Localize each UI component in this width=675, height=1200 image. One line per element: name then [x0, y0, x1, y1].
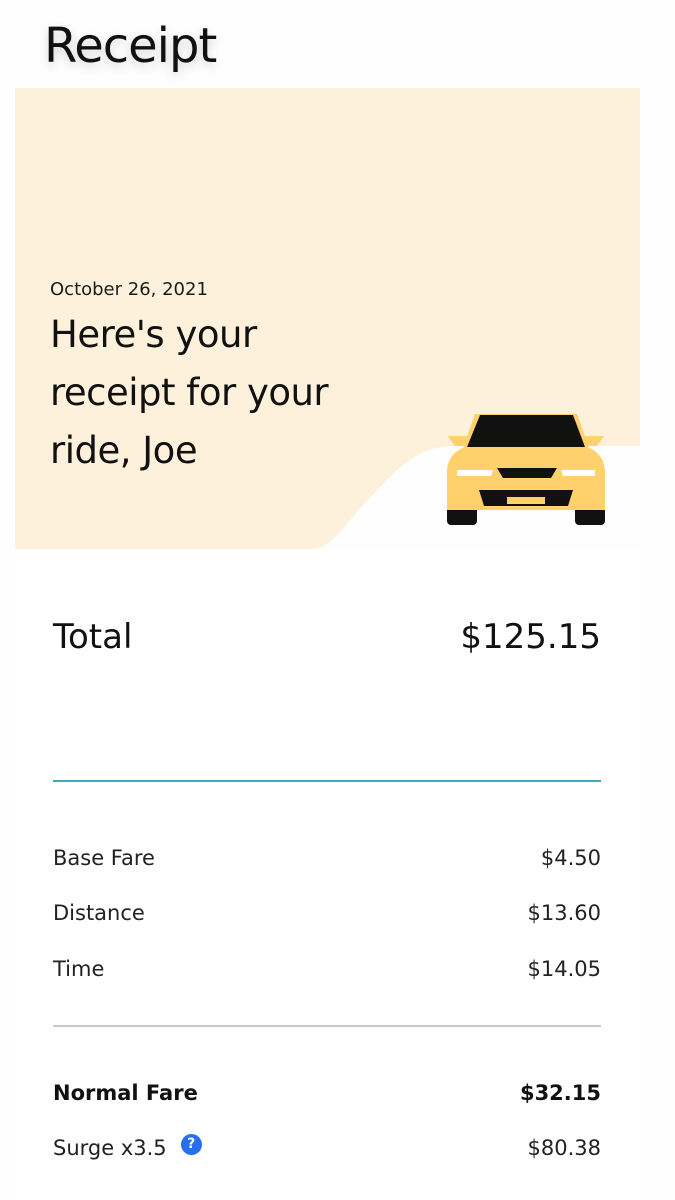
- receipt-heading: Here's your receipt for your ride, Joe: [50, 313, 329, 472]
- line-item-amount: $4.50: [540, 845, 601, 870]
- total-divider: [53, 780, 601, 782]
- normal-fare-amount: $32.15: [519, 1080, 601, 1105]
- fare-list: Normal Fare $32.15 Surge x3.5 ? $80.38: [53, 1065, 601, 1175]
- normal-fare-label: Normal Fare: [53, 1080, 198, 1105]
- question-mark-icon[interactable]: ?: [180, 1134, 202, 1155]
- receipt-hero: October 26, 2021 Here's your receipt for…: [15, 88, 640, 549]
- total-row: Total $125.15: [53, 615, 601, 659]
- line-item-amount: $13.60: [527, 901, 601, 926]
- line-item-base-fare: Base Fare $4.50: [53, 830, 601, 886]
- line-item-label: Distance: [53, 901, 145, 926]
- normal-fare-row: Normal Fare $32.15: [53, 1065, 601, 1120]
- line-item-label: Base Fare: [53, 845, 155, 870]
- line-item-time: Time $14.05: [53, 941, 601, 997]
- car-icon: [447, 414, 605, 525]
- surge-label: Surge x3.5: [53, 1135, 167, 1160]
- line-item-distance: Distance $13.60: [53, 886, 601, 942]
- line-item-label: Time: [53, 956, 105, 981]
- receipt-screen: Receipt October 26, 2021 Here's your rec…: [0, 0, 675, 1200]
- fare-divider: [53, 1025, 601, 1027]
- surge-row: Surge x3.5 ? $80.38: [53, 1120, 601, 1175]
- total-amount: $125.15: [460, 617, 601, 657]
- surge-amount: $80.38: [527, 1135, 601, 1160]
- page-title: Receipt: [44, 18, 217, 74]
- surge-label-group: Surge x3.5 ?: [53, 1134, 202, 1160]
- line-items-list: Base Fare $4.50 Distance $13.60 Time $14…: [53, 830, 601, 997]
- receipt-card: Total $125.15 Base Fare $4.50 Distance $…: [15, 549, 640, 1200]
- line-item-amount: $14.05: [527, 956, 601, 981]
- total-label: Total: [53, 617, 133, 657]
- receipt-date: October 26, 2021: [50, 279, 208, 300]
